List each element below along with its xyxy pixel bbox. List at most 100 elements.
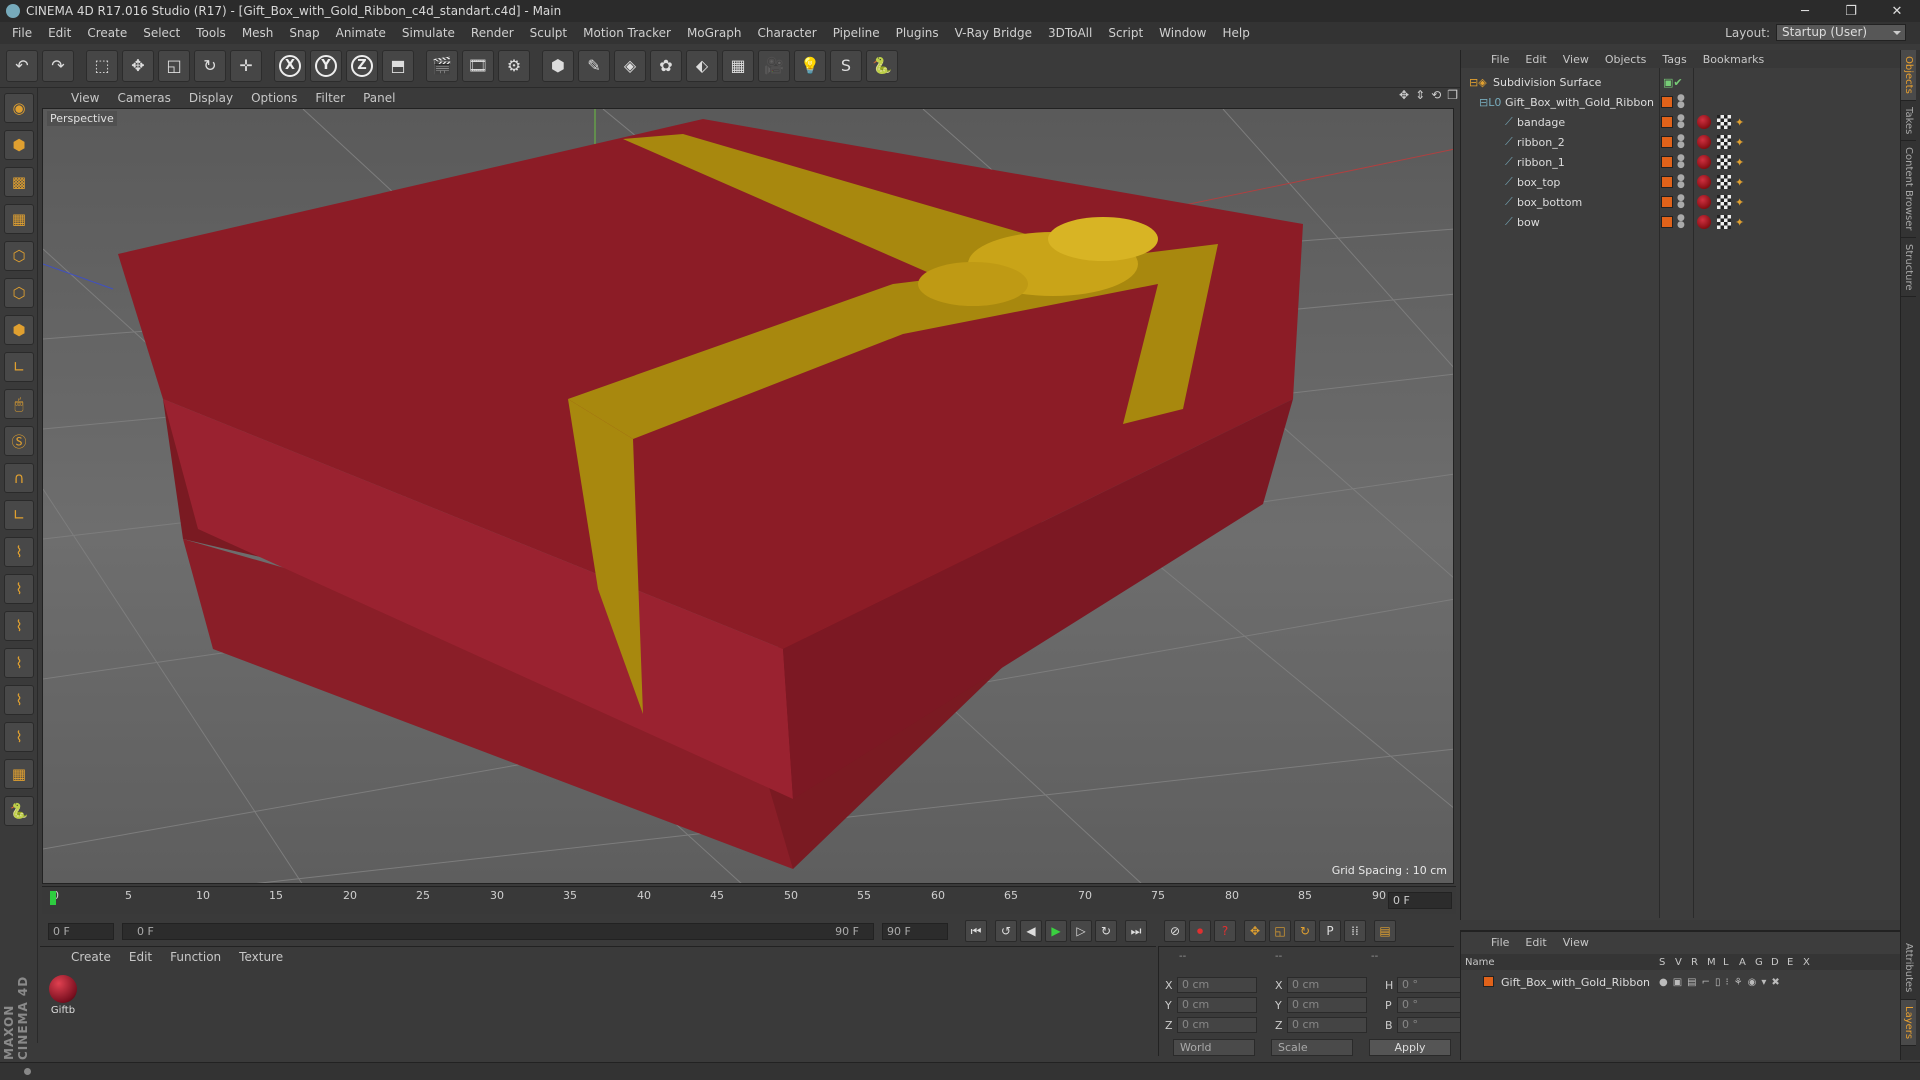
tab-attributes[interactable]: Attributes	[1901, 937, 1916, 1000]
mograph-cloner-button[interactable]: ✿	[650, 49, 682, 82]
zoom-icon[interactable]: ⇕	[1415, 88, 1425, 102]
object-menu-objects[interactable]: Objects	[1597, 53, 1655, 66]
phong-tag-icon[interactable]: ✦	[1735, 136, 1744, 149]
goto-prev-key-button[interactable]: ↺	[995, 920, 1017, 942]
sculpt-inflate-button[interactable]: ⌇	[4, 685, 34, 715]
position-x-field[interactable]: 0 cm	[1177, 977, 1257, 993]
menu-select[interactable]: Select	[135, 22, 188, 44]
apply-button[interactable]: Apply	[1369, 1039, 1451, 1056]
menu-simulate[interactable]: Simulate	[394, 22, 463, 44]
layer-menu-view[interactable]: View	[1555, 936, 1597, 949]
redo-button[interactable]: ↷	[42, 49, 74, 82]
start-frame-field[interactable]: 0 F	[48, 922, 114, 940]
render-settings-button[interactable]: ⚙	[498, 49, 530, 82]
uvw-tag-icon[interactable]	[1717, 155, 1731, 169]
layer-color-tag[interactable]	[1661, 116, 1673, 128]
menu-script[interactable]: Script	[1100, 22, 1151, 44]
object-row-ribbon-2[interactable]: ⟋ ribbon_2 ● ● ✦	[1461, 132, 1901, 152]
end-frame-field[interactable]: 90 F	[882, 922, 948, 940]
key-position-button[interactable]: ✥	[1244, 920, 1266, 942]
deformer-button[interactable]: ⬖	[686, 49, 718, 82]
visibility-dots-icon[interactable]: ● ●	[1677, 94, 1685, 110]
x-axis-button[interactable]: X	[274, 49, 306, 82]
layout-dropdown[interactable]: Startup (User)	[1776, 24, 1906, 41]
object-row-bow[interactable]: ⟋ bow ● ● ✦	[1461, 212, 1901, 232]
visibility-dots-icon[interactable]: ● ●	[1677, 194, 1685, 210]
visibility-dots-icon[interactable]: ● ●	[1677, 134, 1685, 150]
material-menu-create[interactable]: Create	[62, 950, 120, 964]
menu-pipeline[interactable]: Pipeline	[825, 22, 888, 44]
position-z-field[interactable]: 0 cm	[1177, 1017, 1257, 1033]
object-row-gift-box[interactable]: ⊟L0 Gift_Box_with_Gold_Ribbon ● ●	[1461, 92, 1901, 112]
tab-layers[interactable]: Layers	[1901, 999, 1916, 1046]
tab-content-browser[interactable]: Content Browser	[1901, 141, 1916, 238]
menu-vray-bridge[interactable]: V-Ray Bridge	[947, 22, 1040, 44]
menu-window[interactable]: Window	[1151, 22, 1214, 44]
size-z-field[interactable]: 0 cm	[1287, 1017, 1367, 1033]
layer-color-tag[interactable]	[1661, 196, 1673, 208]
sculpt-flatten-button[interactable]: ⌇	[4, 648, 34, 678]
menu-mesh[interactable]: Mesh	[234, 22, 282, 44]
timeline-window-button[interactable]: ▤	[1374, 920, 1396, 942]
menu-motion-tracker[interactable]: Motion Tracker	[575, 22, 679, 44]
menu-file[interactable]: File	[4, 22, 40, 44]
camera-button[interactable]: 🎥	[758, 49, 790, 82]
goto-end-button[interactable]: ⏭	[1125, 920, 1147, 942]
transform-tool-button[interactable]: ✛	[230, 49, 262, 82]
texture-mode-button[interactable]: ▩	[4, 167, 34, 197]
material-tag-icon[interactable]	[1697, 195, 1711, 209]
menu-3dtoall[interactable]: 3DToAll	[1040, 22, 1100, 44]
record-key-button[interactable]: ⏺	[1189, 920, 1211, 942]
viewport-camera-label[interactable]: Perspective	[47, 111, 117, 126]
object-menu-bookmarks[interactable]: Bookmarks	[1695, 53, 1772, 66]
layer-flag-icons[interactable]: ●▣▤⌐▯⁝⚘◉▾✖	[1659, 977, 1785, 988]
playhead[interactable]	[50, 891, 56, 905]
workplane-button[interactable]: ∟	[4, 500, 34, 530]
prev-frame-button[interactable]: ◀	[1020, 920, 1042, 942]
material-menu-edit[interactable]: Edit	[120, 950, 161, 964]
phong-tag-icon[interactable]: ✦	[1735, 116, 1744, 129]
menu-tools[interactable]: Tools	[188, 22, 234, 44]
maximize-button[interactable]: ❐	[1828, 0, 1874, 22]
size-x-field[interactable]: 0 cm	[1287, 977, 1367, 993]
floor-object-button[interactable]: ▦	[722, 49, 754, 82]
material-menu-function[interactable]: Function	[161, 950, 230, 964]
visibility-dots-icon[interactable]: ● ●	[1677, 174, 1685, 190]
object-row-bandage[interactable]: ⟋ bandage ● ● ✦	[1461, 112, 1901, 132]
goto-start-button[interactable]: ⏮	[965, 920, 987, 942]
sculpt-smooth-button[interactable]: ⌇	[4, 611, 34, 641]
object-row-ribbon-1[interactable]: ⟋ ribbon_1 ● ● ✦	[1461, 152, 1901, 172]
tab-objects[interactable]: Objects	[1901, 50, 1916, 101]
menu-mograph[interactable]: MoGraph	[679, 22, 750, 44]
object-menu-file[interactable]: File	[1483, 53, 1517, 66]
snap-button[interactable]: ∩	[4, 463, 34, 493]
scale-tool-button[interactable]: ◱	[158, 49, 190, 82]
sculpt-pull-button[interactable]: ⌇	[4, 574, 34, 604]
axis-mode-button[interactable]: ∟	[4, 352, 34, 382]
next-frame-button[interactable]: ▷	[1070, 920, 1092, 942]
light-button[interactable]: 💡	[794, 49, 826, 82]
frame-range-slider[interactable]: 0 F 90 F	[122, 922, 874, 940]
layer-color-tag[interactable]	[1661, 156, 1673, 168]
workplane-mode-button[interactable]: ▦	[4, 204, 34, 234]
orbit-icon[interactable]: ⟲	[1431, 88, 1441, 102]
polygons-mode-button[interactable]: ⬢	[4, 315, 34, 345]
scale-dropdown[interactable]: Scale	[1271, 1039, 1353, 1056]
model-mode-button[interactable]: ⬢	[4, 130, 34, 160]
material-swatch[interactable]: Giftb	[46, 975, 80, 1016]
sculpt-knife-button[interactable]: ⌇	[4, 722, 34, 752]
key-parameter-button[interactable]: P	[1319, 920, 1341, 942]
3d-viewport[interactable]: Perspective Grid Spacing : 10 cm	[42, 108, 1454, 884]
coordinate-system-button[interactable]: ⬒	[382, 49, 414, 82]
position-y-field[interactable]: 0 cm	[1177, 997, 1257, 1013]
key-pla-button[interactable]: ⁞⁞	[1344, 920, 1366, 942]
object-row-subdivision-surface[interactable]: ⊟◈ Subdivision Surface ▣✔	[1461, 72, 1901, 92]
edges-mode-button[interactable]: ⬡	[4, 278, 34, 308]
visibility-dots-icon[interactable]: ● ●	[1677, 154, 1685, 170]
python-button[interactable]: 🐍	[866, 49, 898, 82]
render-view-button[interactable]: 🎬	[426, 49, 458, 82]
points-mode-button[interactable]: ⬡	[4, 241, 34, 271]
layer-color-tag[interactable]	[1661, 96, 1673, 108]
material-tag-icon[interactable]	[1697, 115, 1711, 129]
object-menu-edit[interactable]: Edit	[1517, 53, 1554, 66]
